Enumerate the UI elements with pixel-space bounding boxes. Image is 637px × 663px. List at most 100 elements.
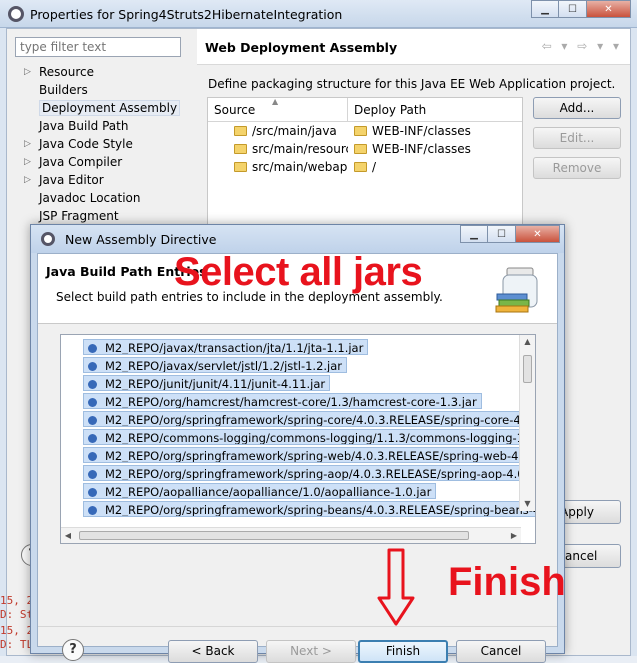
nav-item[interactable]: Builders bbox=[19, 81, 189, 99]
back-button[interactable]: < Back bbox=[168, 640, 258, 663]
nav-item[interactable]: Javadoc Location bbox=[19, 189, 189, 207]
list-item[interactable]: M2_REPO/aopalliance/aopalliance/1.0/aopa… bbox=[61, 482, 535, 500]
dialog-titlebar: New Assembly Directive ▁ ☐ ✕ bbox=[31, 225, 564, 253]
eclipse-icon bbox=[41, 232, 55, 246]
jar-entry: M2_REPO/org/springframework/spring-core/… bbox=[83, 411, 535, 427]
build-path-entries-list[interactable]: M2_REPO/javax/transaction/jta/1.1/jta-1.… bbox=[60, 334, 536, 544]
list-item[interactable]: M2_REPO/org/springframework/spring-beans… bbox=[61, 500, 535, 518]
nav-item-label: JSP Fragment bbox=[39, 209, 119, 223]
list-item[interactable]: M2_REPO/javax/transaction/jta/1.1/jta-1.… bbox=[61, 338, 535, 356]
entries-vertical-scrollbar[interactable]: ▲ ▼ bbox=[519, 335, 535, 511]
jar-entry: M2_REPO/javax/transaction/jta/1.1/jta-1.… bbox=[83, 339, 369, 355]
source-cell: src/main/resources bbox=[208, 140, 348, 158]
nav-item[interactable]: Deployment Assembly bbox=[19, 99, 189, 117]
sort-caret-icon: ▲ bbox=[272, 97, 279, 106]
jar-icon bbox=[88, 434, 97, 443]
expand-arrow-icon[interactable]: ▷ bbox=[24, 153, 31, 171]
scroll-up-icon[interactable]: ▲ bbox=[520, 335, 535, 349]
jar-icon bbox=[88, 488, 97, 497]
jar-icon bbox=[88, 416, 97, 425]
dialog-minimize-button[interactable]: ▁ bbox=[460, 225, 488, 243]
list-item[interactable]: M2_REPO/org/springframework/spring-aop/4… bbox=[61, 464, 535, 482]
table-row[interactable]: /src/main/java WEB-INF/classes bbox=[208, 122, 522, 140]
dialog-cancel-button[interactable]: Cancel bbox=[456, 640, 546, 663]
scroll-left-icon[interactable]: ◀ bbox=[61, 528, 75, 543]
jar-icon bbox=[88, 452, 97, 461]
dialog-maximize-button[interactable]: ☐ bbox=[488, 225, 516, 243]
folder-icon bbox=[354, 144, 367, 154]
jar-entry: M2_REPO/org/springframework/spring-web/4… bbox=[83, 447, 535, 463]
nav-item[interactable]: Java Build Path bbox=[19, 117, 189, 135]
select-all-annotation: Select all jars bbox=[174, 250, 423, 294]
nav-item[interactable]: ▷ Resource bbox=[19, 63, 189, 81]
jar-icon bbox=[88, 506, 97, 515]
filter-input[interactable] bbox=[15, 37, 181, 57]
table-row[interactable]: src/main/resourcesWEB-INF/classes bbox=[208, 140, 522, 158]
jar-entry: M2_REPO/junit/junit/4.11/junit-4.11.jar bbox=[83, 375, 331, 391]
jar-icon bbox=[88, 380, 97, 389]
properties-titlebar: Properties for Spring4Struts2HibernateIn… bbox=[0, 0, 637, 28]
nav-item[interactable]: ▷ Java Code Style bbox=[19, 135, 189, 153]
finish-button[interactable]: Finish bbox=[358, 640, 448, 663]
list-item[interactable]: M2_REPO/org/hamcrest/hamcrest-core/1.3/h… bbox=[61, 392, 535, 410]
jar-icon bbox=[88, 362, 97, 371]
nav-item-label: Builders bbox=[39, 83, 88, 97]
column-header-source[interactable]: ▲ Source bbox=[208, 97, 348, 121]
scroll-thumb[interactable] bbox=[523, 355, 532, 383]
jar-icon bbox=[88, 470, 97, 479]
folder-icon bbox=[234, 126, 247, 136]
nav-item-label: Javadoc Location bbox=[39, 191, 141, 205]
source-cell: src/main/webapp bbox=[208, 158, 348, 176]
properties-title: Properties for Spring4Struts2HibernateIn… bbox=[30, 7, 343, 22]
nav-item[interactable]: JSP Fragment bbox=[19, 207, 189, 225]
jar-entry: M2_REPO/org/springframework/spring-aop/4… bbox=[83, 465, 535, 481]
dialog-close-button[interactable]: ✕ bbox=[516, 225, 560, 243]
nav-item-label: Java Editor bbox=[39, 173, 104, 187]
jar-entry: M2_REPO/org/hamcrest/hamcrest-core/1.3/h… bbox=[83, 393, 482, 409]
deploy-path-cell: WEB-INF/classes bbox=[348, 122, 471, 140]
table-row[interactable]: src/main/webapp / bbox=[208, 158, 522, 176]
deploy-path-cell: / bbox=[348, 158, 376, 176]
new-assembly-directive-dialog: New Assembly Directive ▁ ☐ ✕ Java Build … bbox=[30, 224, 566, 663]
nav-item[interactable]: ▷ Java Compiler bbox=[19, 153, 189, 171]
jar-books-icon bbox=[495, 267, 538, 313]
nav-item[interactable]: ▷ Java Editor bbox=[19, 171, 189, 189]
maximize-button[interactable]: ☐ bbox=[559, 0, 587, 18]
expand-arrow-icon[interactable]: ▷ bbox=[24, 63, 31, 81]
list-item[interactable]: M2_REPO/commons-logging/commons-logging/… bbox=[61, 428, 535, 446]
remove-button[interactable]: Remove bbox=[533, 157, 621, 179]
scroll-thumb[interactable] bbox=[79, 531, 469, 540]
column-header-deploy-path[interactable]: Deploy Path bbox=[348, 98, 426, 121]
list-item[interactable]: M2_REPO/org/springframework/spring-core/… bbox=[61, 410, 535, 428]
list-item[interactable]: M2_REPO/org/springframework/spring-web/4… bbox=[61, 446, 535, 464]
jar-icon bbox=[88, 344, 97, 353]
nav-item-label: Resource bbox=[39, 65, 95, 79]
jar-entry: M2_REPO/javax/servlet/jstl/1.2/jstl-1.2.… bbox=[83, 357, 348, 373]
expand-arrow-icon[interactable]: ▷ bbox=[24, 135, 31, 153]
next-button[interactable]: Next > bbox=[266, 640, 356, 663]
scroll-right-icon[interactable]: ▶ bbox=[507, 528, 521, 543]
expand-arrow-icon[interactable]: ▷ bbox=[24, 171, 31, 189]
minimize-button[interactable]: ▁ bbox=[531, 0, 559, 18]
folder-icon bbox=[354, 162, 367, 172]
nav-item-label: Java Compiler bbox=[39, 155, 123, 169]
jar-entry: M2_REPO/org/springframework/spring-beans… bbox=[83, 501, 535, 517]
edit-button[interactable]: Edit... bbox=[533, 127, 621, 149]
source-cell: /src/main/java bbox=[208, 122, 348, 140]
dialog-body: Java Build Path Entries Select build pat… bbox=[37, 250, 566, 663]
properties-nav-list: ▷ Resource Builders Deployment Assembly Java… bbox=[19, 63, 189, 225]
scroll-down-icon[interactable]: ▼ bbox=[520, 497, 535, 511]
dialog-help-icon[interactable]: ? bbox=[62, 639, 84, 661]
dialog-title: New Assembly Directive bbox=[65, 232, 217, 247]
console-line: 15, 2 bbox=[0, 594, 34, 607]
list-item[interactable]: M2_REPO/javax/servlet/jstl/1.2/jstl-1.2.… bbox=[61, 356, 535, 374]
close-button[interactable]: ✕ bbox=[587, 0, 631, 18]
entries-horizontal-scrollbar[interactable]: ◀ ▶ bbox=[61, 527, 521, 543]
history-nav-icons[interactable]: ⇦ ▾ ⇨ ▾ ▾ bbox=[542, 39, 622, 53]
folder-icon bbox=[234, 144, 247, 154]
add-button[interactable]: Add... bbox=[533, 97, 621, 119]
list-item[interactable]: M2_REPO/junit/junit/4.11/junit-4.11.jar bbox=[61, 374, 535, 392]
nav-item-label: Java Code Style bbox=[39, 137, 133, 151]
down-arrow-annotation-icon bbox=[377, 548, 415, 626]
jar-icon bbox=[88, 398, 97, 407]
